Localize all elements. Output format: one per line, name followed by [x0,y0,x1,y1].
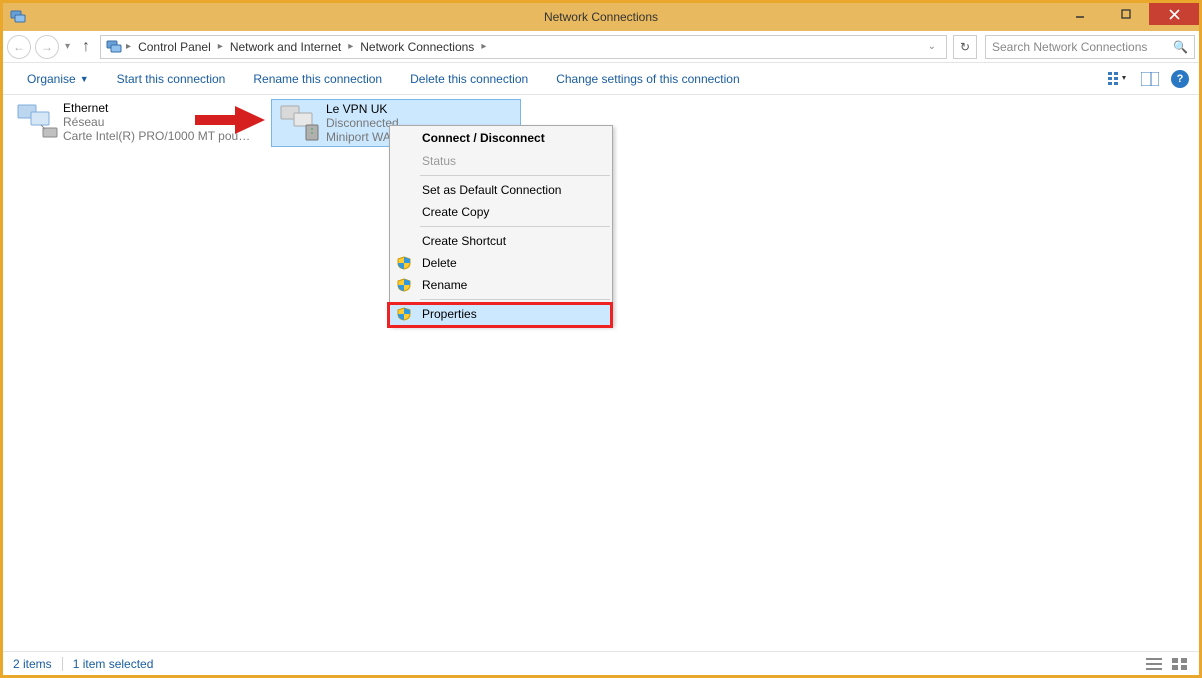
context-menu-create-copy[interactable]: Create Copy [390,201,612,223]
context-menu-rename[interactable]: Rename [390,274,612,296]
organise-menu[interactable]: Organise ▼ [13,72,103,86]
help-button[interactable]: ? [1171,70,1189,88]
up-button[interactable]: ↑ [76,37,96,57]
context-menu-header-label: Connect / Disconnect [422,131,545,145]
context-menu-item-label: Rename [422,278,467,292]
ethernet-icon [13,101,63,143]
uac-shield-icon [396,277,412,293]
breadcrumb-item[interactable]: Network Connections [356,40,478,54]
search-box[interactable]: Search Network Connections 🔍 [985,35,1195,59]
change-settings-button[interactable]: Change settings of this connection [542,72,753,86]
context-menu-properties[interactable]: Properties [390,303,612,325]
context-menu-divider [420,226,610,227]
breadcrumb-separator-icon[interactable]: ▸ [345,41,356,52]
context-menu-divider [420,299,610,300]
status-item-count: 2 items [13,657,52,671]
status-bar: 2 items 1 item selected [3,651,1199,675]
rename-connection-button[interactable]: Rename this connection [239,72,396,86]
minimize-button[interactable] [1057,3,1103,25]
uac-shield-icon [396,306,412,322]
rename-label: Rename this connection [253,72,382,86]
vpn-icon [276,102,326,144]
context-menu-create-shortcut[interactable]: Create Shortcut [390,230,612,252]
status-selected-count: 1 item selected [73,657,154,671]
organise-label: Organise [27,72,76,86]
context-menu-item-label: Properties [422,307,477,321]
context-menu: Connect / Disconnect Status Set as Defau… [389,125,613,326]
breadcrumb-separator-icon[interactable]: ▸ [215,41,226,52]
network-icon [9,8,27,26]
connection-name: Le VPN UK [326,102,400,116]
back-button[interactable]: ← [7,35,31,59]
breadcrumb-separator-icon[interactable]: ▸ [123,41,134,52]
view-menu-button[interactable] [1107,69,1129,89]
uac-shield-icon [396,255,412,271]
content-area[interactable]: Ethernet Réseau Carte Intel(R) PRO/1000 … [3,95,1199,651]
explorer-window: Network Connections ← → ▾ ↑ ▸ Control Pa… [0,0,1202,678]
close-button[interactable] [1149,3,1199,25]
context-menu-item-label: Delete [422,256,457,270]
preview-pane-button[interactable] [1139,69,1161,89]
delete-label: Delete this connection [410,72,528,86]
window-title: Network Connections [3,10,1199,24]
command-bar: Organise ▼ Start this connection Rename … [3,63,1199,95]
search-placeholder: Search Network Connections [992,40,1173,54]
search-icon: 🔍 [1173,40,1188,54]
address-bar[interactable]: ▸ Control Panel ▸ Network and Internet ▸… [100,35,947,59]
maximize-button[interactable] [1103,3,1149,25]
title-bar: Network Connections [3,3,1199,31]
context-menu-delete[interactable]: Delete [390,252,612,274]
delete-connection-button[interactable]: Delete this connection [396,72,542,86]
context-menu-status: Status [390,150,612,172]
annotation-arrow-icon [195,106,265,134]
chevron-down-icon: ▼ [80,74,89,84]
breadcrumb-item[interactable]: Network and Internet [226,40,345,54]
context-menu-item-label: Set as Default Connection [422,183,561,197]
history-dropdown-icon[interactable]: ▾ [63,41,72,52]
forward-button[interactable]: → [35,35,59,59]
context-menu-item-label: Create Copy [422,205,489,219]
details-view-button[interactable] [1145,656,1163,672]
status-separator [62,657,63,671]
context-menu-connect-disconnect[interactable]: Connect / Disconnect [390,126,612,150]
large-icons-view-button[interactable] [1171,656,1189,672]
change-label: Change settings of this connection [556,72,739,86]
network-folder-icon [105,38,123,56]
navigation-bar: ← → ▾ ↑ ▸ Control Panel ▸ Network and In… [3,31,1199,63]
context-menu-item-label: Create Shortcut [422,234,506,248]
context-menu-item-label: Status [422,154,456,168]
refresh-button[interactable]: ↻ [953,35,977,59]
start-connection-button[interactable]: Start this connection [103,72,240,86]
address-dropdown-icon[interactable]: ⌄ [926,41,938,52]
start-label: Start this connection [117,72,226,86]
context-menu-divider [420,175,610,176]
context-menu-set-default[interactable]: Set as Default Connection [390,179,612,201]
breadcrumb-separator-icon[interactable]: ▸ [478,41,489,52]
breadcrumb-item[interactable]: Control Panel [134,40,215,54]
